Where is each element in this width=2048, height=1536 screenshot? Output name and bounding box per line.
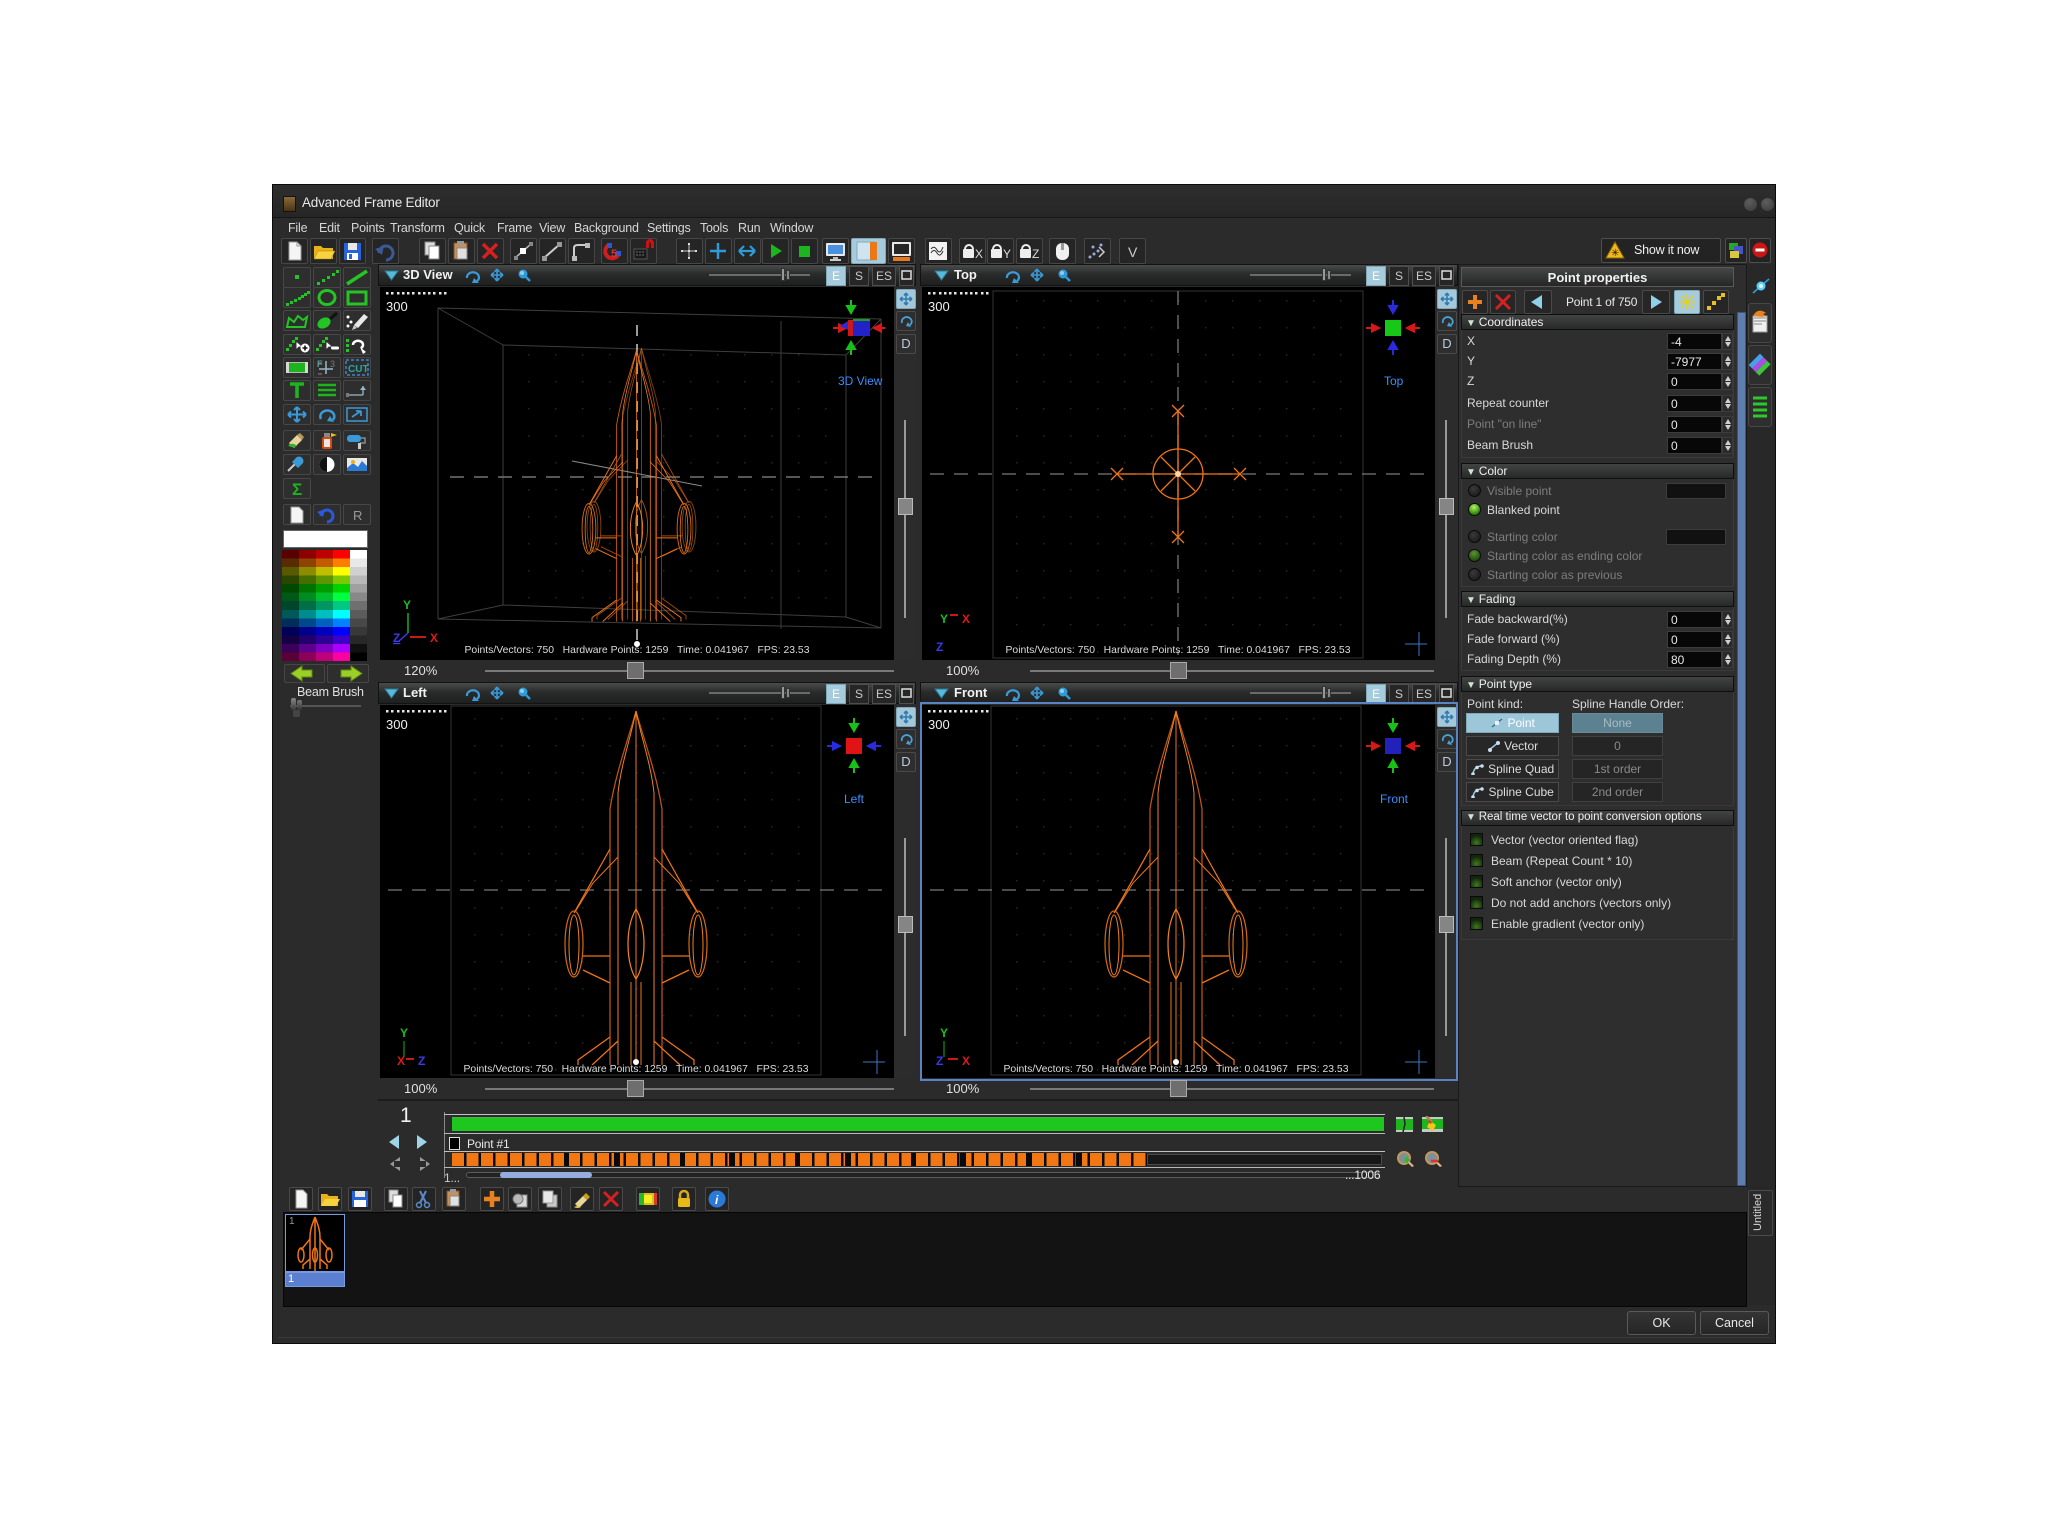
svg-text:X: X (975, 247, 983, 261)
svg-text:X: X (430, 631, 438, 645)
svg-text:Top: Top (1384, 374, 1404, 388)
svg-text:Left: Left (844, 792, 865, 806)
svg-text:Y: Y (1003, 247, 1011, 261)
svg-text:Σ: Σ (292, 480, 302, 498)
svg-text:300: 300 (386, 299, 408, 314)
svg-text:V: V (1128, 244, 1138, 260)
svg-text:Y: Y (940, 1026, 948, 1040)
svg-text:Points/Vectors: 750 Hardware: Points/Vectors: 750 Hardware Points: 125… (464, 645, 809, 656)
svg-text:Points/Vectors: 750 Hardware: Points/Vectors: 750 Hardware Points: 125… (1005, 645, 1350, 656)
svg-text:CUT: CUT (348, 364, 369, 375)
svg-text:Z: Z (418, 1054, 425, 1068)
svg-text:X: X (962, 1054, 970, 1068)
svg-text:3: 3 (330, 359, 335, 369)
svg-text:Y: Y (400, 1026, 408, 1040)
svg-text:R: R (353, 508, 362, 523)
svg-text:Z: Z (393, 631, 400, 645)
svg-text:5: 5 (611, 248, 617, 260)
svg-text:✳: ✳ (1611, 248, 1619, 259)
svg-text:Z: Z (936, 1054, 943, 1068)
svg-text:Points/Vectors: 750 Hardware: Points/Vectors: 750 Hardware Points: 125… (1003, 1064, 1348, 1075)
svg-text:Z: Z (936, 640, 943, 654)
svg-text:Points/Vectors: 750 Hardware: Points/Vectors: 750 Hardware Points: 125… (463, 1064, 808, 1075)
svg-text:300: 300 (386, 717, 408, 732)
svg-text:X: X (962, 612, 970, 626)
svg-text:Y: Y (403, 598, 411, 612)
svg-text:300: 300 (928, 299, 950, 314)
svg-text:Y: Y (940, 612, 948, 626)
svg-text:3D View: 3D View (838, 374, 883, 388)
svg-text:Front: Front (1380, 792, 1409, 806)
svg-text:300: 300 (928, 717, 950, 732)
svg-text:Z: Z (1032, 247, 1039, 261)
